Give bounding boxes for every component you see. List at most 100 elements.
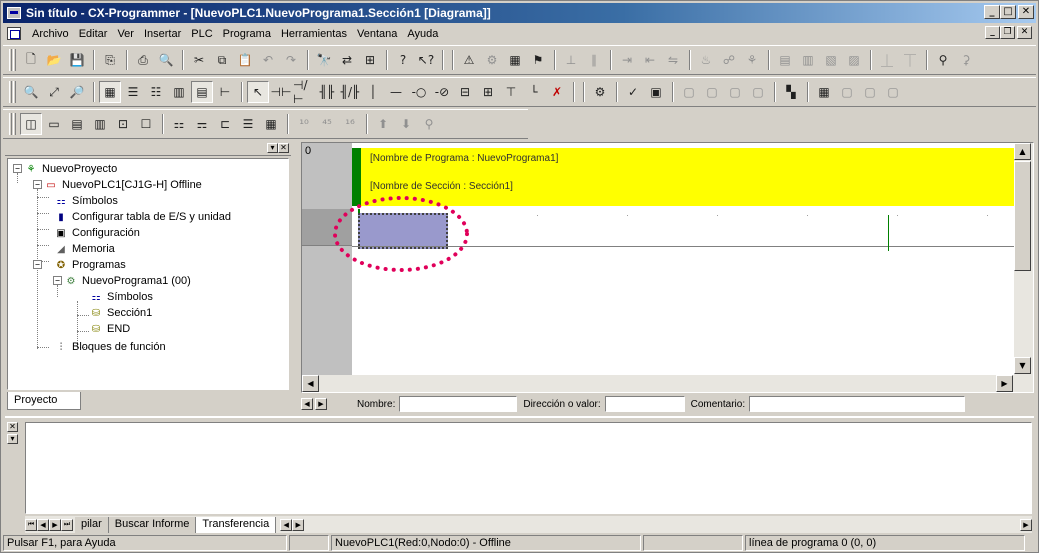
title-bar[interactable]: Sin título - CX-Programmer - [NuevoPLC1.…	[3, 3, 1036, 23]
vertical-line-icon[interactable]: │	[362, 81, 384, 103]
symbols-table-icon[interactable]: ⚎	[191, 113, 213, 135]
watch-window-icon[interactable]: ▤	[66, 113, 88, 135]
output-close-icon[interactable]: ✕	[7, 422, 18, 432]
contact-no-icon[interactable]: ⊣⊢	[270, 81, 292, 103]
tab-prev-button[interactable]: ◀	[37, 518, 49, 531]
memory-icon[interactable]: ▨	[843, 49, 865, 71]
info-next-button[interactable]: ▶	[315, 398, 327, 410]
memory-view-icon[interactable]: ▦	[260, 113, 282, 135]
auto-online-icon[interactable]: ⚙	[481, 49, 503, 71]
mnemonics-icon[interactable]: ☰	[237, 113, 259, 135]
address-ref-icon[interactable]: ⊡	[112, 113, 134, 135]
tree-node-plc[interactable]: ▭ NuevoPLC1[CJ1G-H] Offline	[43, 177, 202, 193]
zoom-fit-icon[interactable]: ⤢	[43, 81, 65, 103]
diagram-vertical-scrollbar[interactable]: ▲ ▼	[1014, 143, 1033, 392]
data-trace-icon[interactable]: ▤	[774, 49, 796, 71]
zoom-out-icon[interactable]: 🔎	[66, 81, 88, 103]
fb-view-icon[interactable]: ▢	[882, 81, 904, 103]
run-mode-icon[interactable]: ⚘	[741, 49, 763, 71]
hex-10-icon[interactable]: ¹⁰	[293, 113, 315, 135]
menu-editar[interactable]: Editar	[74, 28, 113, 40]
project-workspace-icon[interactable]: ◫	[20, 113, 42, 135]
coil-no-icon[interactable]: -○	[408, 81, 430, 103]
debug-mode-icon[interactable]: ☍	[718, 49, 740, 71]
coil-nc-icon[interactable]: -⊘	[431, 81, 453, 103]
open-icon[interactable]: 📂	[43, 49, 65, 71]
app-icon[interactable]	[7, 7, 21, 19]
info-prev-button[interactable]: ◀	[301, 398, 313, 410]
output-scroll-left-button[interactable]: ◀	[280, 518, 293, 531]
zoom-in-icon[interactable]: 🔍	[20, 81, 42, 103]
tree-node-end[interactable]: ⛁ END	[88, 321, 130, 337]
redo-icon[interactable]: ↷	[280, 49, 302, 71]
scroll-up-button[interactable]: ▲	[1014, 143, 1031, 160]
diagram-cursor[interactable]	[358, 213, 448, 249]
online-icon[interactable]: ⚠	[458, 49, 480, 71]
menu-ver[interactable]: Ver	[112, 28, 139, 40]
scroll-right-button[interactable]: ▶	[996, 375, 1013, 392]
output-scroll-right-button[interactable]: ▶	[292, 518, 305, 531]
tab-next-button[interactable]: ▶	[49, 518, 61, 531]
tab-transferencia[interactable]: Transferencia	[196, 516, 277, 533]
cross-reference-icon[interactable]: ⊞	[359, 49, 381, 71]
tree-node-section1[interactable]: ⛁ Sección1	[88, 305, 152, 321]
doc-minimize-button[interactable]: _	[985, 26, 1000, 39]
compare-plc-icon[interactable]: ⇋	[662, 49, 684, 71]
step-in-icon[interactable]: ⬆	[372, 113, 394, 135]
menu-ayuda[interactable]: Ayuda	[402, 28, 443, 40]
tree-node-memory[interactable]: ◢ Memoria	[53, 241, 115, 257]
output-pin-icon[interactable]: ▾	[7, 434, 18, 444]
ladder-view-icon[interactable]: ⊏	[214, 113, 236, 135]
sfc-view-icon[interactable]: ▢	[859, 81, 881, 103]
tree-node-program-symbols[interactable]: ⚏ Símbolos	[88, 289, 153, 305]
force-on-icon[interactable]: ⏊	[876, 49, 898, 71]
tree-node-programs[interactable]: ✪ Programas	[53, 257, 126, 273]
tree-node-project[interactable]: ⚘ NuevoProyecto	[23, 161, 118, 177]
menu-programa[interactable]: Programa	[218, 28, 276, 40]
split-view-icon[interactable]: ▚	[780, 81, 802, 103]
mnemonic-view-icon[interactable]: ▦	[813, 81, 835, 103]
ladder-diagram[interactable]: 0 [Nombre de Programa : NuevoPrograma1] …	[301, 142, 1034, 393]
force-off-icon[interactable]: ⏉	[899, 49, 921, 71]
change-value-icon[interactable]: ▢	[747, 81, 769, 103]
new-icon[interactable]: 🗋	[20, 49, 42, 71]
context-help-icon[interactable]: ↖?	[415, 49, 437, 71]
tree-node-program1[interactable]: ⚙ NuevoPrograma1 (00)	[63, 273, 191, 289]
panel-close-icon[interactable]: ✕	[278, 143, 289, 153]
contact-or-nc-icon[interactable]: ╢/╟	[339, 81, 361, 103]
online-edit-icon[interactable]: ▦	[504, 49, 526, 71]
menu-archivo[interactable]: Archivo	[27, 28, 74, 40]
set-icon[interactable]: ⚲	[932, 49, 954, 71]
program-mode-icon[interactable]: ♨	[695, 49, 717, 71]
cut-icon[interactable]: ✂	[188, 49, 210, 71]
doc-close-button[interactable]: ✕	[1017, 26, 1032, 39]
tree-toggle-icon[interactable]: ⊢	[214, 81, 236, 103]
find-icon[interactable]: 🔭	[313, 49, 335, 71]
output-text-area[interactable]	[25, 422, 1032, 514]
undo-icon[interactable]: ↶	[257, 49, 279, 71]
monitor-icon[interactable]: ⊥	[560, 49, 582, 71]
collapse-programs-toggle[interactable]: −	[33, 260, 42, 269]
properties-icon[interactable]: ☐	[135, 113, 157, 135]
tab-first-button[interactable]: ⏮	[25, 518, 37, 531]
calendar-icon[interactable]: ▣	[645, 81, 667, 103]
set-value-icon[interactable]: ▢	[724, 81, 746, 103]
differential-down-icon[interactable]: ▢	[701, 81, 723, 103]
hex-dec-icon[interactable]: ⁴⁵	[316, 113, 338, 135]
monitor-list-icon[interactable]: ☷	[145, 81, 167, 103]
output-scroll-end-button[interactable]: ▶	[1020, 518, 1032, 531]
contact-nc-icon[interactable]: ⊣/⊢	[293, 78, 315, 106]
grid-icon[interactable]: ▦	[99, 81, 121, 103]
comments-icon[interactable]: ☰	[122, 81, 144, 103]
print-icon[interactable]: ⎙	[132, 49, 154, 71]
pause-icon[interactable]: ∥	[583, 49, 605, 71]
tree-node-io-table[interactable]: ▮ Configurar tabla de E/S y unidad	[53, 209, 231, 225]
vertical-scroll-thumb[interactable]	[1014, 161, 1031, 271]
paste-icon[interactable]: 📋	[234, 49, 256, 71]
panel-pin-icon[interactable]: ▾	[267, 143, 278, 153]
watch-icon[interactable]: ▧	[820, 49, 842, 71]
program-check-icon[interactable]: ✓	[622, 81, 644, 103]
show-bars-icon[interactable]: ▤	[191, 81, 213, 103]
reset-icon[interactable]: ⚳	[955, 49, 977, 71]
maximize-button[interactable]: □	[1000, 5, 1016, 19]
